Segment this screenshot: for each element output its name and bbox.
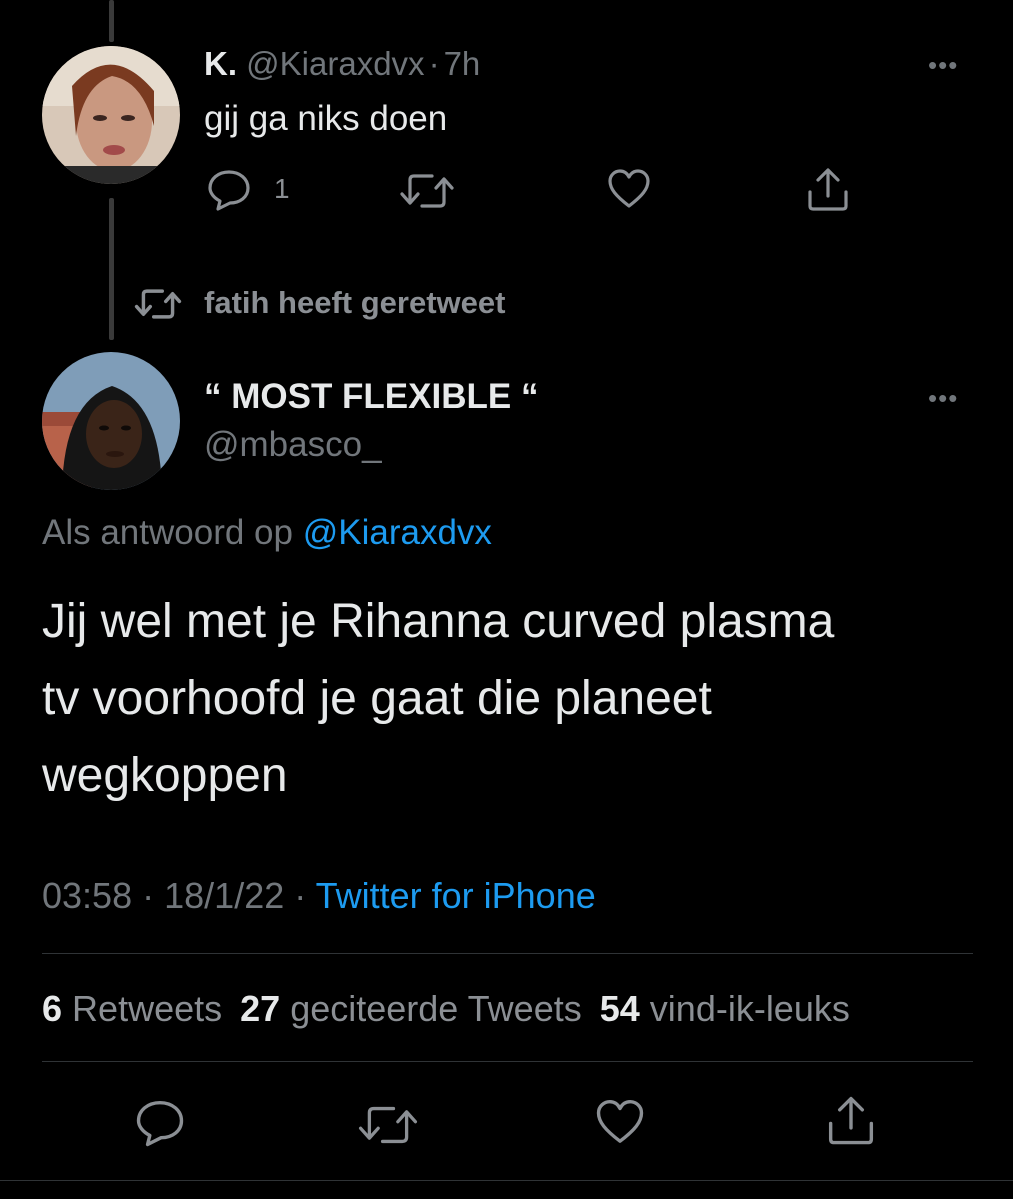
reply-share-button[interactable] xyxy=(806,166,850,212)
main-share-button[interactable] xyxy=(826,1094,876,1146)
retweets-stat[interactable]: 6 Retweets xyxy=(42,988,232,1029)
likes-label: vind-ik-leuks xyxy=(649,988,850,1029)
share-icon xyxy=(828,1096,874,1145)
main-tweet-text-line: Jij wel met je Rihanna curved plasma xyxy=(42,595,835,648)
likes-count: 54 xyxy=(599,988,640,1029)
main-comment-button[interactable] xyxy=(134,1098,186,1148)
thread-line-top xyxy=(109,0,114,42)
main-display-name[interactable]: “ MOST FLEXIBLE “ xyxy=(204,376,538,418)
reply-context: Als antwoord op @Kiaraxdvx xyxy=(42,512,492,554)
reply-comment-count: 1 xyxy=(274,173,290,204)
reply-like-button[interactable] xyxy=(606,168,652,210)
meta-separator: · xyxy=(294,875,307,916)
reply-time-separator: · xyxy=(428,45,440,82)
tweet-date: 18/1/22 xyxy=(164,875,285,916)
main-like-button[interactable] xyxy=(594,1098,646,1146)
divider-footer xyxy=(0,1180,1013,1181)
retweets-count: 6 xyxy=(42,988,63,1029)
reply-time[interactable]: 7h xyxy=(444,45,481,82)
meta-separator: · xyxy=(142,875,155,916)
main-handle[interactable]: @mbasco_ xyxy=(204,424,382,466)
reply-display-name[interactable]: K. xyxy=(204,45,237,82)
engagement-stats: 6 Retweets 27 geciteerde Tweets 54 vind-… xyxy=(42,987,850,1031)
quotes-count: 27 xyxy=(240,988,281,1029)
avatar-kiaraxdvx[interactable] xyxy=(42,46,180,184)
reply-comment-button[interactable] xyxy=(206,168,252,212)
retweets-label: Retweets xyxy=(72,988,223,1029)
divider-top xyxy=(42,953,973,954)
likes-stat[interactable]: 54 vind-ik-leuks xyxy=(600,988,850,1029)
reply-handle[interactable]: @Kiaraxdvx xyxy=(246,45,424,82)
reply-tweet-header: K. @Kiaraxdvx · 7h xyxy=(204,44,480,84)
comment-icon xyxy=(208,170,250,211)
heart-icon xyxy=(608,169,650,208)
reply-retweet-button[interactable] xyxy=(400,170,454,212)
quotes-label: geciteerde Tweets xyxy=(290,988,582,1029)
main-tweet-text: Jij wel met je Rihanna curved plasma tv … xyxy=(42,583,834,814)
tweet-metadata: 03:58 · 18/1/22 · Twitter for iPhone xyxy=(42,874,596,918)
main-retweet-button[interactable] xyxy=(358,1102,418,1148)
comment-icon xyxy=(136,1100,184,1147)
retweet-context-label[interactable]: fatih heeft geretweet xyxy=(204,284,505,322)
reply-more-button[interactable]: ••• xyxy=(928,52,958,78)
reply-context-mention[interactable]: @Kiaraxdvx xyxy=(303,513,492,552)
retweet-icon xyxy=(400,174,454,208)
reply-context-prefix: Als antwoord op xyxy=(42,513,293,552)
avatar-mbasco[interactable] xyxy=(42,352,180,490)
heart-icon xyxy=(596,1099,644,1143)
retweet-icon xyxy=(358,1106,418,1144)
share-icon xyxy=(808,168,848,211)
reply-tweet-text: gij ga niks doen xyxy=(204,99,448,138)
main-more-button[interactable]: ••• xyxy=(928,385,958,411)
retweeted-indicator-icon xyxy=(134,286,182,322)
main-tweet-text-line: tv voorhoofd je gaat die planeet xyxy=(42,672,712,725)
quotes-stat[interactable]: 27 geciteerde Tweets xyxy=(240,988,592,1029)
tweet-time: 03:58 xyxy=(42,875,133,916)
thread-line-middle xyxy=(109,198,114,340)
main-tweet-text-line: wegkoppen xyxy=(42,749,288,802)
tweet-source-link[interactable]: Twitter for iPhone xyxy=(316,875,596,916)
divider-bottom xyxy=(42,1061,973,1062)
